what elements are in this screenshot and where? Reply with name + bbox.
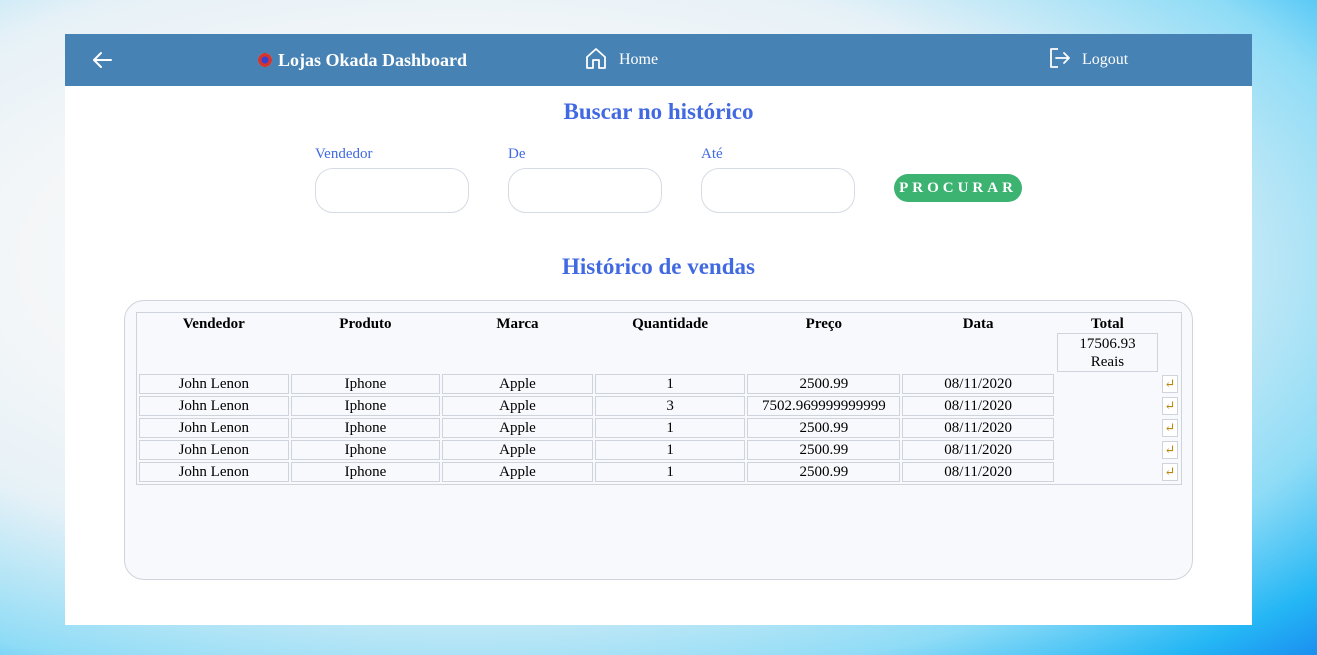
col-header-total: Total 17506.93 Reais xyxy=(1056,315,1159,372)
cell-preco: 2500.99 xyxy=(747,374,901,394)
de-label: De xyxy=(508,146,526,162)
logo-icon xyxy=(258,53,272,67)
brand[interactable]: Lojas Okada Dashboard xyxy=(258,49,467,71)
cell-data: 08/11/2020 xyxy=(902,396,1054,416)
cell-marca: Apple xyxy=(442,396,593,416)
cell-produto: Iphone xyxy=(290,462,441,482)
search-title: Buscar no histórico xyxy=(563,99,754,124)
de-field: De xyxy=(508,146,663,213)
history-table-card: Vendedor Produto Marca Quantidade Preço … xyxy=(124,300,1193,580)
cell-total-empty xyxy=(1056,440,1159,460)
row-action-cell: ↵ xyxy=(1161,418,1179,438)
cell-quantidade: 1 xyxy=(594,374,746,394)
cell-vendedor: John Lenon xyxy=(139,462,289,482)
sales-table: Vendedor Produto Marca Quantidade Preço … xyxy=(136,312,1182,485)
nav-home-label: Home xyxy=(619,51,659,68)
back-arrow-icon[interactable] xyxy=(91,50,113,70)
cell-vendedor: John Lenon xyxy=(139,374,289,394)
home-icon xyxy=(585,46,607,75)
col-header-quantidade: Quantidade xyxy=(632,316,708,332)
return-icon[interactable]: ↵ xyxy=(1161,397,1178,415)
row-action-cell: ↵ xyxy=(1161,462,1179,482)
cell-marca: Apple xyxy=(442,462,593,482)
row-action-cell: ↵ xyxy=(1161,374,1179,394)
cell-marca: Apple xyxy=(442,418,593,438)
cell-marca: Apple xyxy=(442,440,593,460)
return-icon[interactable]: ↵ xyxy=(1161,441,1178,459)
ate-field: Até xyxy=(701,146,856,213)
logout-icon xyxy=(1048,46,1072,75)
table-row: John Lenon Iphone Apple 1 2500.99 08/11/2020 ↵ xyxy=(139,462,1179,482)
col-header-produto: Produto xyxy=(339,316,392,332)
nav-logout-label: Logout xyxy=(1082,51,1129,68)
table-row: John Lenon Iphone Apple 1 2500.99 08/11/2020 ↵ xyxy=(139,440,1179,460)
col-header-marca: Marca xyxy=(496,316,539,332)
cell-produto: Iphone xyxy=(290,418,441,438)
cell-total-empty xyxy=(1056,374,1159,394)
de-input[interactable] xyxy=(508,168,662,213)
cell-total-empty xyxy=(1056,462,1159,482)
cell-total-empty xyxy=(1056,418,1159,438)
cell-preco: 7502.969999999999 xyxy=(747,396,901,416)
vendedor-label: Vendedor xyxy=(315,146,373,162)
app-title: Lojas Okada Dashboard xyxy=(278,49,468,70)
cell-quantidade: 1 xyxy=(594,418,746,438)
cell-data: 08/11/2020 xyxy=(902,462,1054,482)
col-header-preco: Preço xyxy=(805,316,843,332)
col-header-vendedor: Vendedor xyxy=(182,316,245,332)
vendedor-input[interactable] xyxy=(315,168,469,213)
row-action-cell: ↵ xyxy=(1161,440,1179,460)
app-window: Lojas Okada Dashboard Home Logout Buscar… xyxy=(65,34,1252,625)
return-icon[interactable]: ↵ xyxy=(1161,463,1178,481)
total-value: 17506.93 xyxy=(1079,336,1136,352)
cell-quantidade: 1 xyxy=(594,462,746,482)
row-action-cell: ↵ xyxy=(1161,396,1179,416)
cell-vendedor: John Lenon xyxy=(139,396,289,416)
cell-quantidade: 3 xyxy=(594,396,746,416)
col-header-data: Data xyxy=(962,316,994,332)
return-icon[interactable]: ↵ xyxy=(1161,375,1178,393)
cell-preco: 2500.99 xyxy=(747,440,901,460)
total-heading: Total xyxy=(1091,316,1124,332)
table-header-row: Vendedor Produto Marca Quantidade Preço … xyxy=(139,315,1179,372)
cell-vendedor: John Lenon xyxy=(139,418,289,438)
return-icon[interactable]: ↵ xyxy=(1161,419,1178,437)
top-navbar: Lojas Okada Dashboard Home Logout xyxy=(65,34,1252,86)
cell-quantidade: 1 xyxy=(594,440,746,460)
table-row: John Lenon Iphone Apple 3 7502.969999999999 0… xyxy=(139,396,1179,416)
cell-produto: Iphone xyxy=(290,396,441,416)
vendedor-field: Vendedor xyxy=(315,146,470,213)
cell-vendedor: John Lenon xyxy=(139,440,289,460)
table-body: John Lenon Iphone Apple 1 2500.99 08/11/2020 ↵… xyxy=(139,374,1179,482)
cell-produto: Iphone xyxy=(290,374,441,394)
table-row: John Lenon Iphone Apple 1 2500.99 08/11/2020 ↵ xyxy=(139,418,1179,438)
cell-data: 08/11/2020 xyxy=(902,374,1054,394)
cell-data: 08/11/2020 xyxy=(902,440,1054,460)
table-row: John Lenon Iphone Apple 1 2500.99 08/11/2020 ↵ xyxy=(139,374,1179,394)
cell-preco: 2500.99 xyxy=(747,462,901,482)
ate-label: Até xyxy=(701,146,723,162)
cell-total-empty xyxy=(1056,396,1159,416)
cell-data: 08/11/2020 xyxy=(902,418,1054,438)
nav-logout[interactable]: Logout xyxy=(1048,46,1129,75)
nav-home[interactable]: Home xyxy=(585,46,659,75)
history-title: Histórico de vendas xyxy=(562,254,755,279)
total-unit: Reais xyxy=(1090,354,1125,370)
cell-produto: Iphone xyxy=(290,440,441,460)
cell-preco: 2500.99 xyxy=(747,418,901,438)
procurar-button[interactable]: PROCURAR xyxy=(894,174,1022,202)
cell-marca: Apple xyxy=(442,374,593,394)
total-box: 17506.93 Reais xyxy=(1056,333,1158,372)
ate-input[interactable] xyxy=(701,168,855,213)
